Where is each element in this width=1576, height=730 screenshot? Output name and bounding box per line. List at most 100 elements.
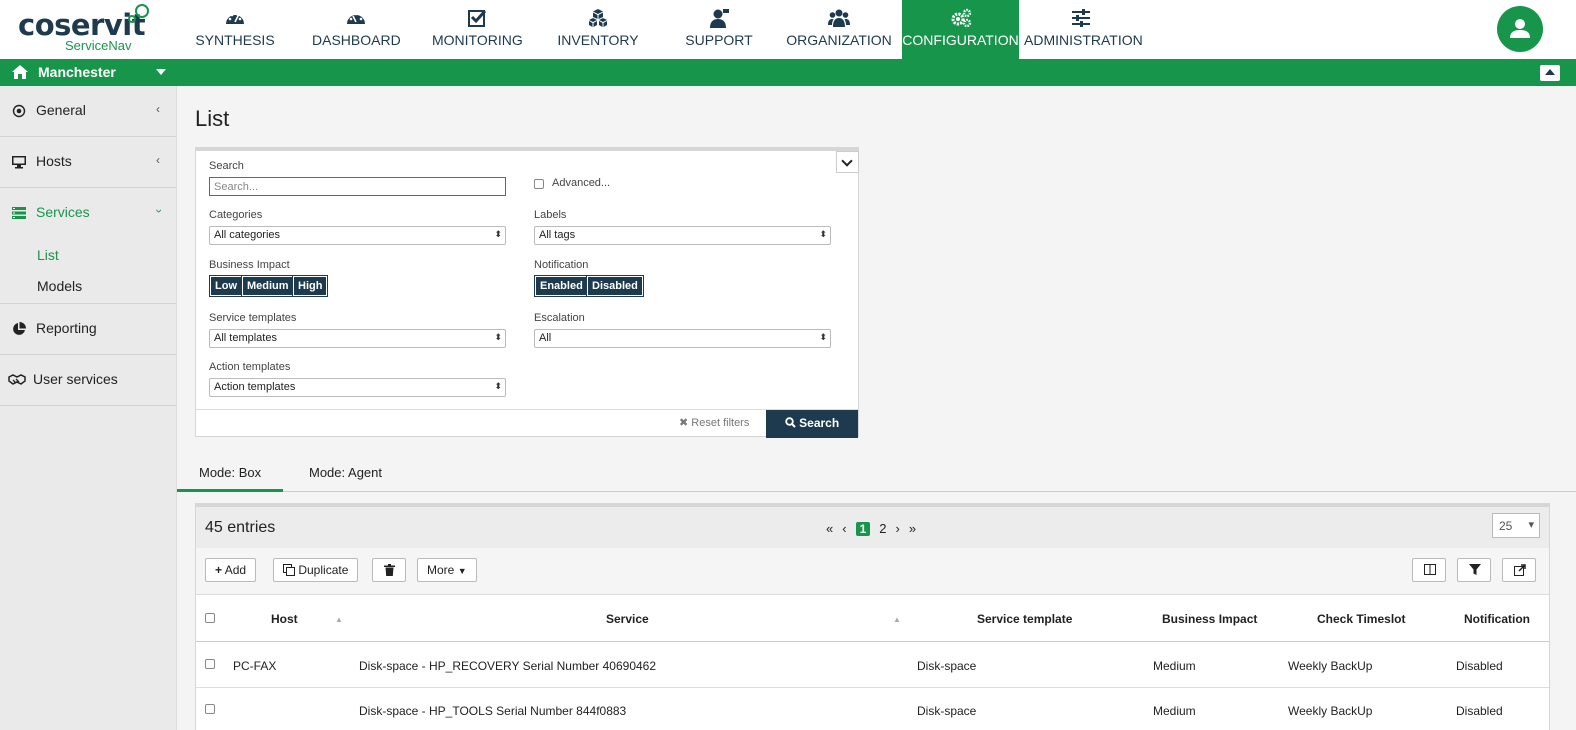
impact-low-button[interactable]: Low: [209, 275, 243, 297]
page-size-select[interactable]: 25: [1492, 513, 1540, 538]
sort-icon[interactable]: ▲: [893, 615, 901, 624]
page-title: List: [195, 106, 230, 131]
column-service-template[interactable]: Service template: [977, 612, 1072, 626]
select-all-checkbox[interactable]: [205, 613, 215, 623]
row-checkbox[interactable]: [205, 704, 215, 714]
logo[interactable]: coservit ServiceNav: [18, 4, 168, 54]
reset-filters-button[interactable]: ✖ Reset filters: [679, 416, 749, 429]
sidebar: General ‹ Hosts ‹ Services ‹ List Models…: [0, 86, 177, 730]
notification-disabled-button[interactable]: Disabled: [586, 275, 644, 297]
cell-notification: Disabled: [1456, 704, 1503, 718]
nav-monitoring[interactable]: MONITORING: [432, 0, 523, 59]
sidebar-item-label: User services: [33, 371, 118, 387]
row-checkbox[interactable]: [205, 659, 215, 669]
check-square-icon: [432, 8, 522, 30]
advanced-checkbox[interactable]: [534, 179, 544, 189]
copy-icon: [283, 564, 295, 576]
cell-service[interactable]: Disk-space - HP_RECOVERY Serial Number 4…: [359, 659, 656, 673]
advanced-label[interactable]: Advanced...: [552, 177, 610, 189]
tab-mode-agent[interactable]: Mode: Agent: [309, 461, 382, 492]
sidebar-item-label: General: [36, 102, 86, 118]
nav-support[interactable]: SUPPORT: [684, 0, 754, 59]
site-bar: Manchester: [0, 59, 1576, 86]
cell-host[interactable]: PC-FAX: [233, 659, 276, 673]
sidebar-subitem-models[interactable]: Models: [0, 270, 176, 304]
tab-mode-box[interactable]: Mode: Box: [177, 461, 283, 492]
escalation-select[interactable]: All: [534, 329, 831, 348]
cell-service-template: Disk-space: [917, 659, 977, 673]
column-host[interactable]: Host: [271, 612, 298, 626]
nav-label: ADMINISTRATION: [1024, 32, 1143, 48]
search-label: Search: [209, 160, 244, 172]
caret-down-icon: ▼: [457, 566, 467, 576]
export-icon: [1514, 564, 1526, 576]
cell-service[interactable]: Disk-space - HP_TOOLS Serial Number 844f…: [359, 704, 626, 718]
labels-value: All tags: [539, 229, 576, 241]
sidebar-item-services[interactable]: Services ‹: [0, 188, 176, 239]
caret-down-icon[interactable]: [156, 69, 166, 75]
site-selector[interactable]: Manchester: [12, 64, 116, 80]
column-check-timeslot[interactable]: Check Timeslot: [1317, 612, 1405, 626]
search-input[interactable]: [209, 177, 506, 196]
server-list-icon: [12, 207, 26, 219]
sidebar-item-reporting[interactable]: Reporting: [0, 304, 176, 355]
impact-medium-button[interactable]: Medium: [241, 275, 295, 297]
panel-collapse-toggle[interactable]: [836, 151, 859, 173]
cubes-icon: [556, 8, 640, 30]
desktop-icon: [12, 156, 26, 169]
column-notification[interactable]: Notification: [1464, 612, 1530, 626]
nav-configuration[interactable]: CONFIGURATION: [902, 0, 1019, 59]
logo-ring-icon: [135, 4, 149, 18]
filter-button[interactable]: [1457, 558, 1491, 582]
cell-service-template: Disk-space: [917, 704, 977, 718]
table-row[interactable]: Disk-space - HP_TOOLS Serial Number 844f…: [196, 688, 1549, 730]
nav-label: SUPPORT: [685, 32, 753, 48]
impact-high-button[interactable]: High: [291, 275, 329, 297]
collapse-up-icon[interactable]: [1540, 65, 1560, 81]
columns-button[interactable]: [1412, 558, 1446, 582]
action-templates-select[interactable]: Action templates: [209, 378, 506, 397]
nav-administration[interactable]: ADMINISTRATION: [1024, 0, 1143, 59]
impact-label: Business Impact: [209, 259, 290, 271]
labels-select[interactable]: All tags: [534, 226, 831, 245]
column-service[interactable]: Service: [606, 612, 649, 626]
search-button[interactable]: Search: [766, 410, 858, 438]
first-page-button[interactable]: «: [826, 521, 833, 536]
chevron-left-icon: ‹: [156, 153, 160, 167]
add-button[interactable]: + Add: [205, 558, 257, 582]
chevron-left-icon: ‹: [156, 102, 160, 116]
sidebar-subitem-list[interactable]: List: [0, 239, 176, 270]
sidebar-item-hosts[interactable]: Hosts ‹: [0, 137, 176, 188]
last-page-button[interactable]: »: [909, 521, 916, 536]
sidebar-item-general[interactable]: General ‹: [0, 86, 176, 137]
page-size-value: 25: [1499, 519, 1513, 533]
duplicate-button[interactable]: Duplicate: [273, 558, 359, 582]
cell-notification: Disabled: [1456, 659, 1503, 673]
sidebar-item-user-services[interactable]: User services: [0, 355, 176, 406]
sort-icon[interactable]: ▲: [335, 615, 343, 624]
nav-dashboard[interactable]: DASHBOARD: [312, 0, 401, 59]
cell-business-impact: Medium: [1153, 704, 1196, 718]
prev-page-button[interactable]: ‹: [842, 521, 846, 536]
column-business-impact[interactable]: Business Impact: [1162, 612, 1257, 626]
table-row[interactable]: PC-FAX Disk-space - HP_RECOVERY Serial N…: [196, 643, 1549, 688]
nav-organization[interactable]: ORGANIZATION: [786, 0, 892, 59]
delete-button[interactable]: [372, 558, 406, 582]
sidebar-item-label: Reporting: [36, 320, 97, 336]
user-avatar[interactable]: [1497, 6, 1543, 52]
nav-inventory[interactable]: INVENTORY: [556, 0, 640, 59]
duplicate-button-label: Duplicate: [298, 563, 349, 577]
nav-synthesis[interactable]: SYNTHESIS: [193, 0, 277, 59]
service-templates-select[interactable]: All templates: [209, 329, 506, 348]
notification-enabled-button[interactable]: Enabled: [534, 275, 589, 297]
page-2-button[interactable]: 2: [879, 521, 886, 536]
home-icon: [12, 65, 28, 79]
cell-check-timeslot: Weekly BackUp: [1288, 704, 1373, 718]
more-button[interactable]: More ▼: [417, 558, 477, 582]
brand-product: ServiceNav: [65, 38, 132, 53]
sidebar-subitem-label: Models: [37, 278, 83, 294]
next-page-button[interactable]: ›: [896, 521, 900, 536]
categories-select[interactable]: All categories: [209, 226, 506, 245]
current-page[interactable]: 1: [855, 521, 871, 536]
export-button[interactable]: [1502, 558, 1536, 582]
